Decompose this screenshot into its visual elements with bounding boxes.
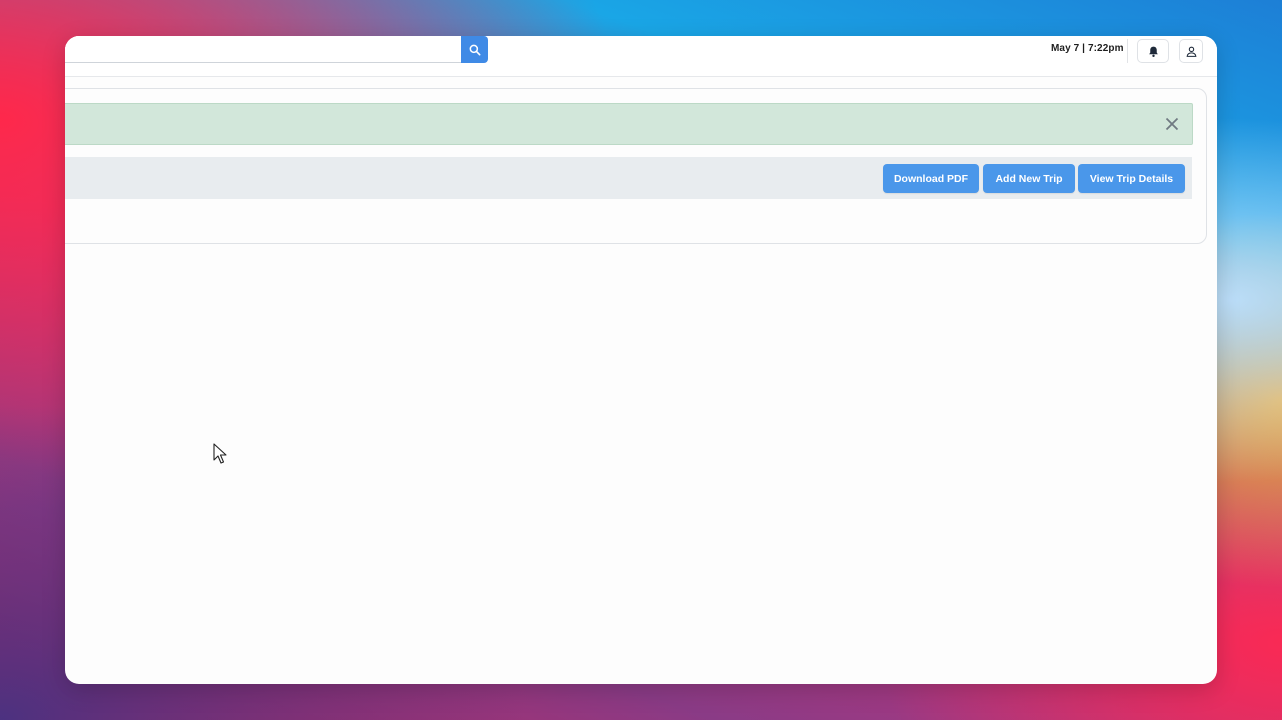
close-icon [1165,117,1179,131]
user-icon [1186,46,1196,57]
success-alert [65,103,1193,145]
view-trip-details-button[interactable]: View Trip Details [1078,164,1185,193]
date-time-display: May 7 | 7:22pm [1051,43,1124,54]
search-icon [469,44,480,55]
user-profile-button[interactable] [1179,39,1203,63]
bell-icon [1148,46,1158,57]
action-toolbar: Download PDF Add New Trip View Trip Deta… [65,157,1192,199]
search-input[interactable] [65,36,472,63]
app-window: May 7 | 7:22pm Download PDF Add New Trip… [65,36,1217,684]
download-pdf-button[interactable]: Download PDF [883,164,979,193]
content-card: Download PDF Add New Trip View Trip Deta… [65,88,1207,244]
alert-close-button[interactable] [1162,114,1182,134]
search-button[interactable] [461,36,488,63]
add-new-trip-button[interactable]: Add New Trip [983,164,1075,193]
mouse-pointer-icon [213,443,227,464]
desktop-wallpaper: May 7 | 7:22pm Download PDF Add New Trip… [0,0,1282,720]
notifications-button[interactable] [1137,39,1169,63]
top-bar: May 7 | 7:22pm [65,36,1217,77]
topbar-divider [1127,39,1128,63]
